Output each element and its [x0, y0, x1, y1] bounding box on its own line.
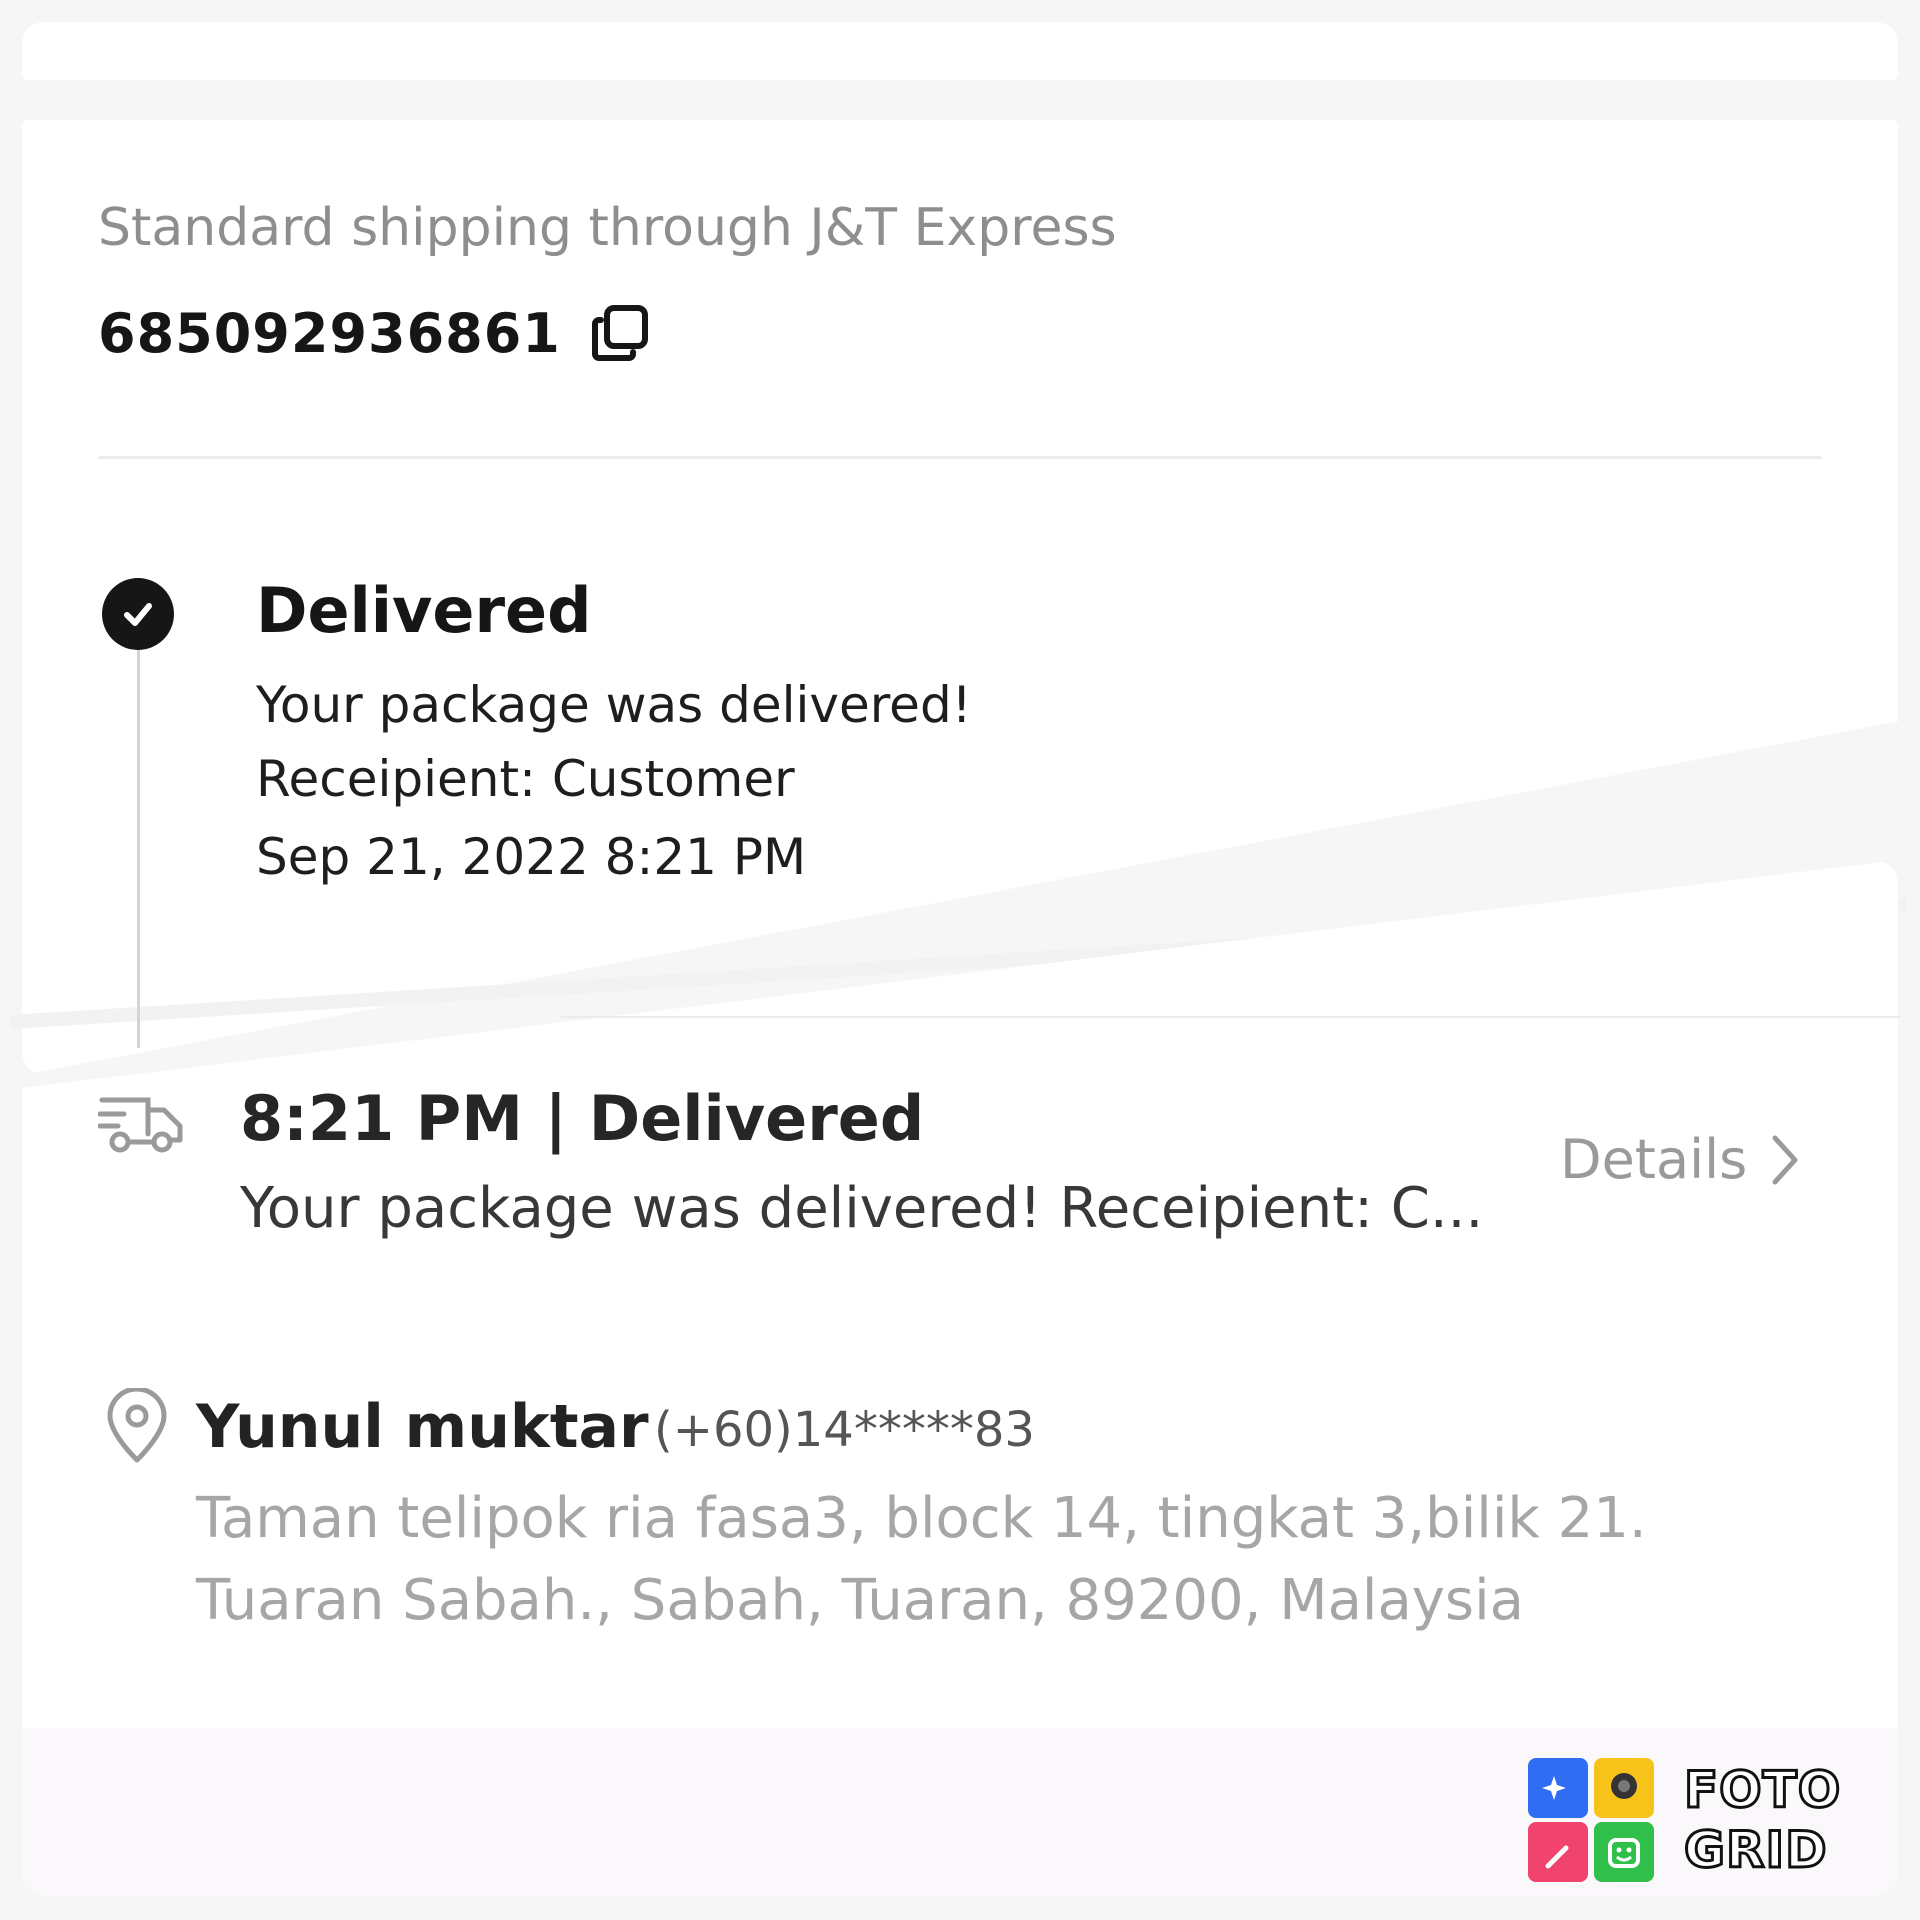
- address-line-1: Taman telipok ria fasa3, block 14, tingk…: [196, 1486, 1647, 1551]
- details-link[interactable]: Details: [1560, 1128, 1803, 1191]
- tracking-row: 685092936861: [98, 300, 653, 366]
- details-label: Details: [1560, 1128, 1748, 1191]
- screenshot-canvas: Standard shipping through J&T Express 68…: [0, 0, 1920, 1920]
- copy-icon: [591, 305, 648, 361]
- foto-grid-logo: [1528, 1758, 1654, 1882]
- event-summary: Your package was delivered! Receipient: …: [240, 1176, 1484, 1241]
- watermark-line-1: FOTO: [1682, 1760, 1842, 1821]
- chevron-right-icon: [1772, 1135, 1798, 1184]
- timeline-line: [137, 650, 140, 1048]
- status-message: Your package was delivered!: [256, 676, 972, 734]
- status-timestamp: Sep 21, 2022 8:21 PM: [256, 828, 807, 886]
- carrier-label: Standard shipping through J&T Express: [98, 198, 1117, 258]
- recipient-name: Yunul muktar: [196, 1392, 649, 1462]
- event-title: 8:21 PM | Delivered: [240, 1082, 925, 1155]
- top-card-edge: [22, 22, 1898, 80]
- header-divider: [98, 456, 1822, 459]
- status-recipient: Receipient: Customer: [256, 750, 795, 808]
- delivery-truck-icon: [98, 1097, 183, 1153]
- location-pin-icon: [107, 1388, 167, 1463]
- check-circle-icon: [102, 578, 174, 650]
- watermark-line-2: GRID: [1682, 1820, 1828, 1881]
- foto-grid-watermark-text: FOTO GRID: [1682, 1760, 1842, 1881]
- tracking-number: 685092936861: [98, 301, 561, 365]
- recipient-phone: (+60)14*****83: [654, 1402, 1035, 1458]
- section-divider: [560, 1016, 1900, 1018]
- address-line-2: Tuaran Sabah., Sabah, Tuaran, 89200, Mal…: [196, 1568, 1524, 1633]
- status-title: Delivered: [256, 574, 592, 647]
- copy-tracking-button[interactable]: [587, 300, 653, 366]
